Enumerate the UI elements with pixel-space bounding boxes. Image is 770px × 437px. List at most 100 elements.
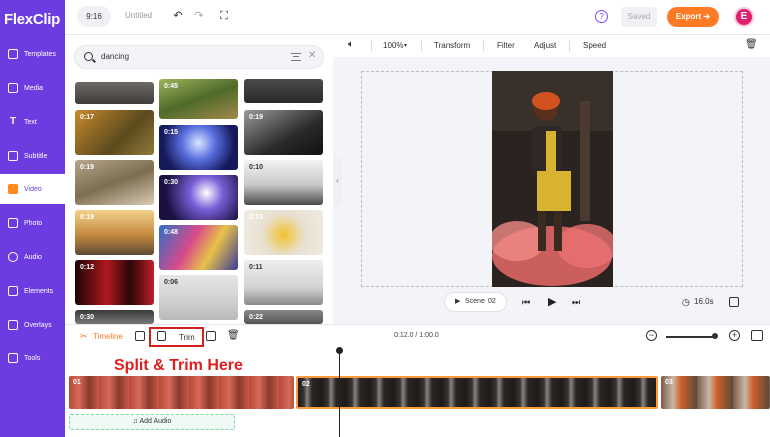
zoom-select[interactable]: 100% (383, 41, 403, 50)
text-icon: T (9, 116, 17, 127)
timeline-clip[interactable]: 03 (661, 376, 770, 409)
sidebar-item-label: Media (24, 84, 44, 92)
add-scene-icon[interactable] (135, 331, 145, 341)
timeline-clip-selected[interactable]: 02 (296, 376, 658, 409)
delete-icon[interactable]: 🗑︎ (745, 39, 758, 50)
sidebar-item-text[interactable]: T Text (0, 107, 65, 137)
collapse-panel-button[interactable]: ‹ (333, 157, 342, 205)
media-panel: dancing ✕ 0:17 0:19 0:19 0:12 0:30 0:45 … (65, 35, 333, 324)
trim-button[interactable]: Trim (179, 333, 195, 342)
video-preview[interactable] (492, 71, 613, 287)
video-thumbnail[interactable] (244, 79, 323, 103)
duration-label: 0:30 (164, 179, 179, 186)
sidebar-item-photo[interactable]: Photo (0, 208, 65, 238)
video-thumbnail[interactable]: 0:19 (75, 210, 154, 255)
volume-icon[interactable]: 🔈︎ (348, 39, 354, 50)
video-thumbnail[interactable]: 0:30 (75, 310, 154, 324)
playhead[interactable] (336, 347, 343, 437)
undo-icon[interactable]: ↶ (172, 10, 184, 22)
play-icon[interactable]: ▶ (548, 295, 556, 308)
editor-canvas-area: 🔈︎ 100% ▾ Transform Filter Adjust Speed … (333, 35, 770, 324)
transform-button[interactable]: Transform (434, 41, 470, 50)
zoom-out-icon[interactable]: − (646, 330, 657, 341)
video-thumbnail[interactable]: 0:45 (159, 79, 238, 119)
sidebar-item-templates[interactable]: Templates (0, 39, 65, 69)
duration-label: 0:06 (164, 279, 179, 286)
sidebar-item-video[interactable]: Video (0, 174, 65, 204)
timeline-clip[interactable]: 01 (69, 376, 294, 409)
duration-label: 0:12 (80, 264, 95, 271)
sidebar-item-elements[interactable]: Elements (0, 276, 65, 306)
video-thumbnail[interactable]: 0:19 (75, 160, 154, 205)
sidebar-item-audio[interactable]: Audio (0, 242, 65, 272)
chevron-down-icon[interactable]: ▾ (404, 42, 407, 49)
video-thumbnail[interactable]: 0:10 (244, 160, 323, 205)
help-icon[interactable]: ? (595, 10, 608, 23)
fit-timeline-icon[interactable] (751, 330, 763, 341)
duration-label: 0:10 (249, 164, 264, 171)
divider (421, 40, 422, 52)
aspect-ratio-button[interactable]: 9:16 (77, 6, 111, 27)
video-icon (8, 184, 18, 194)
video-thumbnail[interactable]: 0:22 (244, 310, 323, 324)
elements-icon (8, 286, 18, 296)
duration-label: 0:45 (164, 83, 179, 90)
duration-label: 0:11 (249, 264, 263, 271)
video-thumbnail[interactable]: 0:30 (159, 175, 238, 220)
filter-icon[interactable] (291, 53, 301, 61)
project-title[interactable]: Untitled (125, 11, 152, 20)
zoom-slider-handle[interactable] (712, 333, 718, 339)
add-audio-label: Add Audio (139, 418, 172, 425)
add-audio-button[interactable]: ♫ Add Audio (69, 414, 235, 430)
sidebar-item-subtitle[interactable]: Subtitle (0, 141, 65, 171)
tools-icon (8, 353, 18, 363)
duration-label: 0:19 (80, 164, 95, 171)
video-thumbnail[interactable]: 0:15 (244, 210, 323, 255)
photo-icon (8, 218, 18, 228)
duplicate-icon[interactable] (206, 331, 216, 341)
adjust-button[interactable]: Adjust (534, 41, 556, 50)
speed-button[interactable]: Speed (583, 41, 606, 50)
filter-button[interactable]: Filter (497, 41, 515, 50)
scene-duration: 16.0s (694, 297, 714, 306)
video-thumbnail[interactable]: 0:11 (244, 260, 323, 305)
divider (483, 40, 484, 52)
fullscreen-preview-icon[interactable] (729, 297, 739, 307)
previous-scene-icon[interactable]: ⏮︎ (522, 297, 530, 308)
sidebar-item-label: Overlays (24, 321, 52, 329)
fullscreen-icon[interactable]: ⛶ (218, 10, 230, 22)
video-thumbnail[interactable]: 0:19 (244, 110, 323, 155)
video-thumbnail[interactable]: 0:12 (75, 260, 154, 305)
zoom-slider[interactable] (666, 336, 714, 338)
redo-icon[interactable]: ↷ (193, 10, 205, 22)
sidebar-item-tools[interactable]: Tools (0, 343, 65, 373)
duration-label: 0:19 (249, 114, 264, 121)
video-thumbnail[interactable]: 0:48 (159, 225, 238, 270)
video-thumbnail[interactable] (75, 82, 154, 104)
duration-label: 0:19 (80, 214, 95, 221)
close-icon[interactable]: ✕ (308, 50, 316, 61)
play-icon: ▶ (455, 298, 461, 305)
flexclip-logo[interactable]: FlexClip (4, 9, 60, 29)
split-icon[interactable] (157, 331, 166, 341)
dancer-image (492, 71, 613, 287)
video-thumbnail[interactable]: 0:15 (159, 125, 238, 170)
saved-button[interactable]: Saved (621, 7, 657, 27)
video-thumbnail[interactable]: 0:06 (159, 275, 238, 320)
scene-selector[interactable]: ▶ Scene 02 (444, 292, 507, 312)
scene-label: Scene (465, 298, 485, 305)
export-button[interactable]: Export ➔ (667, 7, 719, 27)
search-query: dancing (101, 52, 130, 61)
next-scene-icon[interactable]: ⏭︎ (572, 297, 580, 308)
delete-icon[interactable]: 🗑︎ (227, 330, 240, 341)
sidebar-item-media[interactable]: Media (0, 73, 65, 103)
timeline-label[interactable]: Timeline (93, 332, 123, 341)
avatar[interactable]: E (734, 7, 754, 27)
video-thumbnail[interactable]: 0:17 (75, 110, 154, 155)
duration-label: 0:15 (249, 214, 264, 221)
sidebar-item-overlays[interactable]: Overlays (0, 310, 65, 340)
search-input[interactable]: dancing ✕ (74, 45, 324, 69)
timeline-panel: ✂︎ Timeline Trim 🗑︎ 0:12.0 / 1:00.0 − + … (65, 324, 770, 437)
zoom-in-icon[interactable]: + (729, 330, 740, 341)
sidebar-item-label: Text (24, 118, 37, 126)
